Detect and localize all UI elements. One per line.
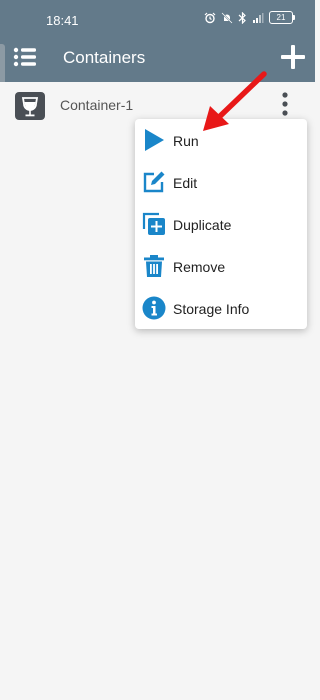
mute-bell-icon — [221, 11, 233, 24]
status-icons: 21 — [204, 11, 295, 24]
page-title: Containers — [63, 48, 146, 67]
container-name: Container-1 — [60, 97, 134, 113]
context-menu: Run Edit Duplicate Remove Storage Info — [135, 119, 307, 329]
menu-item-label: Edit — [173, 175, 198, 191]
bluetooth-icon — [238, 11, 246, 24]
menu-item-remove[interactable]: Remove — [135, 245, 307, 287]
signal-icon — [253, 12, 264, 23]
info-icon — [142, 296, 166, 320]
alarm-icon — [204, 12, 216, 23]
red-arrow-annotation — [203, 71, 267, 131]
menu-item-duplicate[interactable]: Duplicate — [135, 203, 307, 245]
plus-icon[interactable] — [279, 43, 307, 71]
menu-item-label: Storage Info — [173, 301, 250, 317]
menu-item-label: Duplicate — [173, 217, 232, 233]
battery-indicator: 21 — [269, 11, 295, 24]
menu-item-label: Remove — [173, 259, 226, 275]
edit-icon — [143, 171, 165, 193]
trash-icon — [144, 255, 164, 277]
duplicate-icon — [142, 212, 165, 235]
list-menu-icon[interactable] — [12, 44, 38, 70]
more-options-icon[interactable] — [276, 91, 294, 119]
menu-item-label: Run — [173, 133, 199, 149]
wine-glass-box-icon — [15, 92, 45, 120]
menu-item-storage-info[interactable]: Storage Info — [135, 287, 307, 329]
play-icon — [145, 129, 164, 151]
menu-item-edit[interactable]: Edit — [135, 161, 307, 203]
status-time: 18:41 — [46, 13, 79, 28]
